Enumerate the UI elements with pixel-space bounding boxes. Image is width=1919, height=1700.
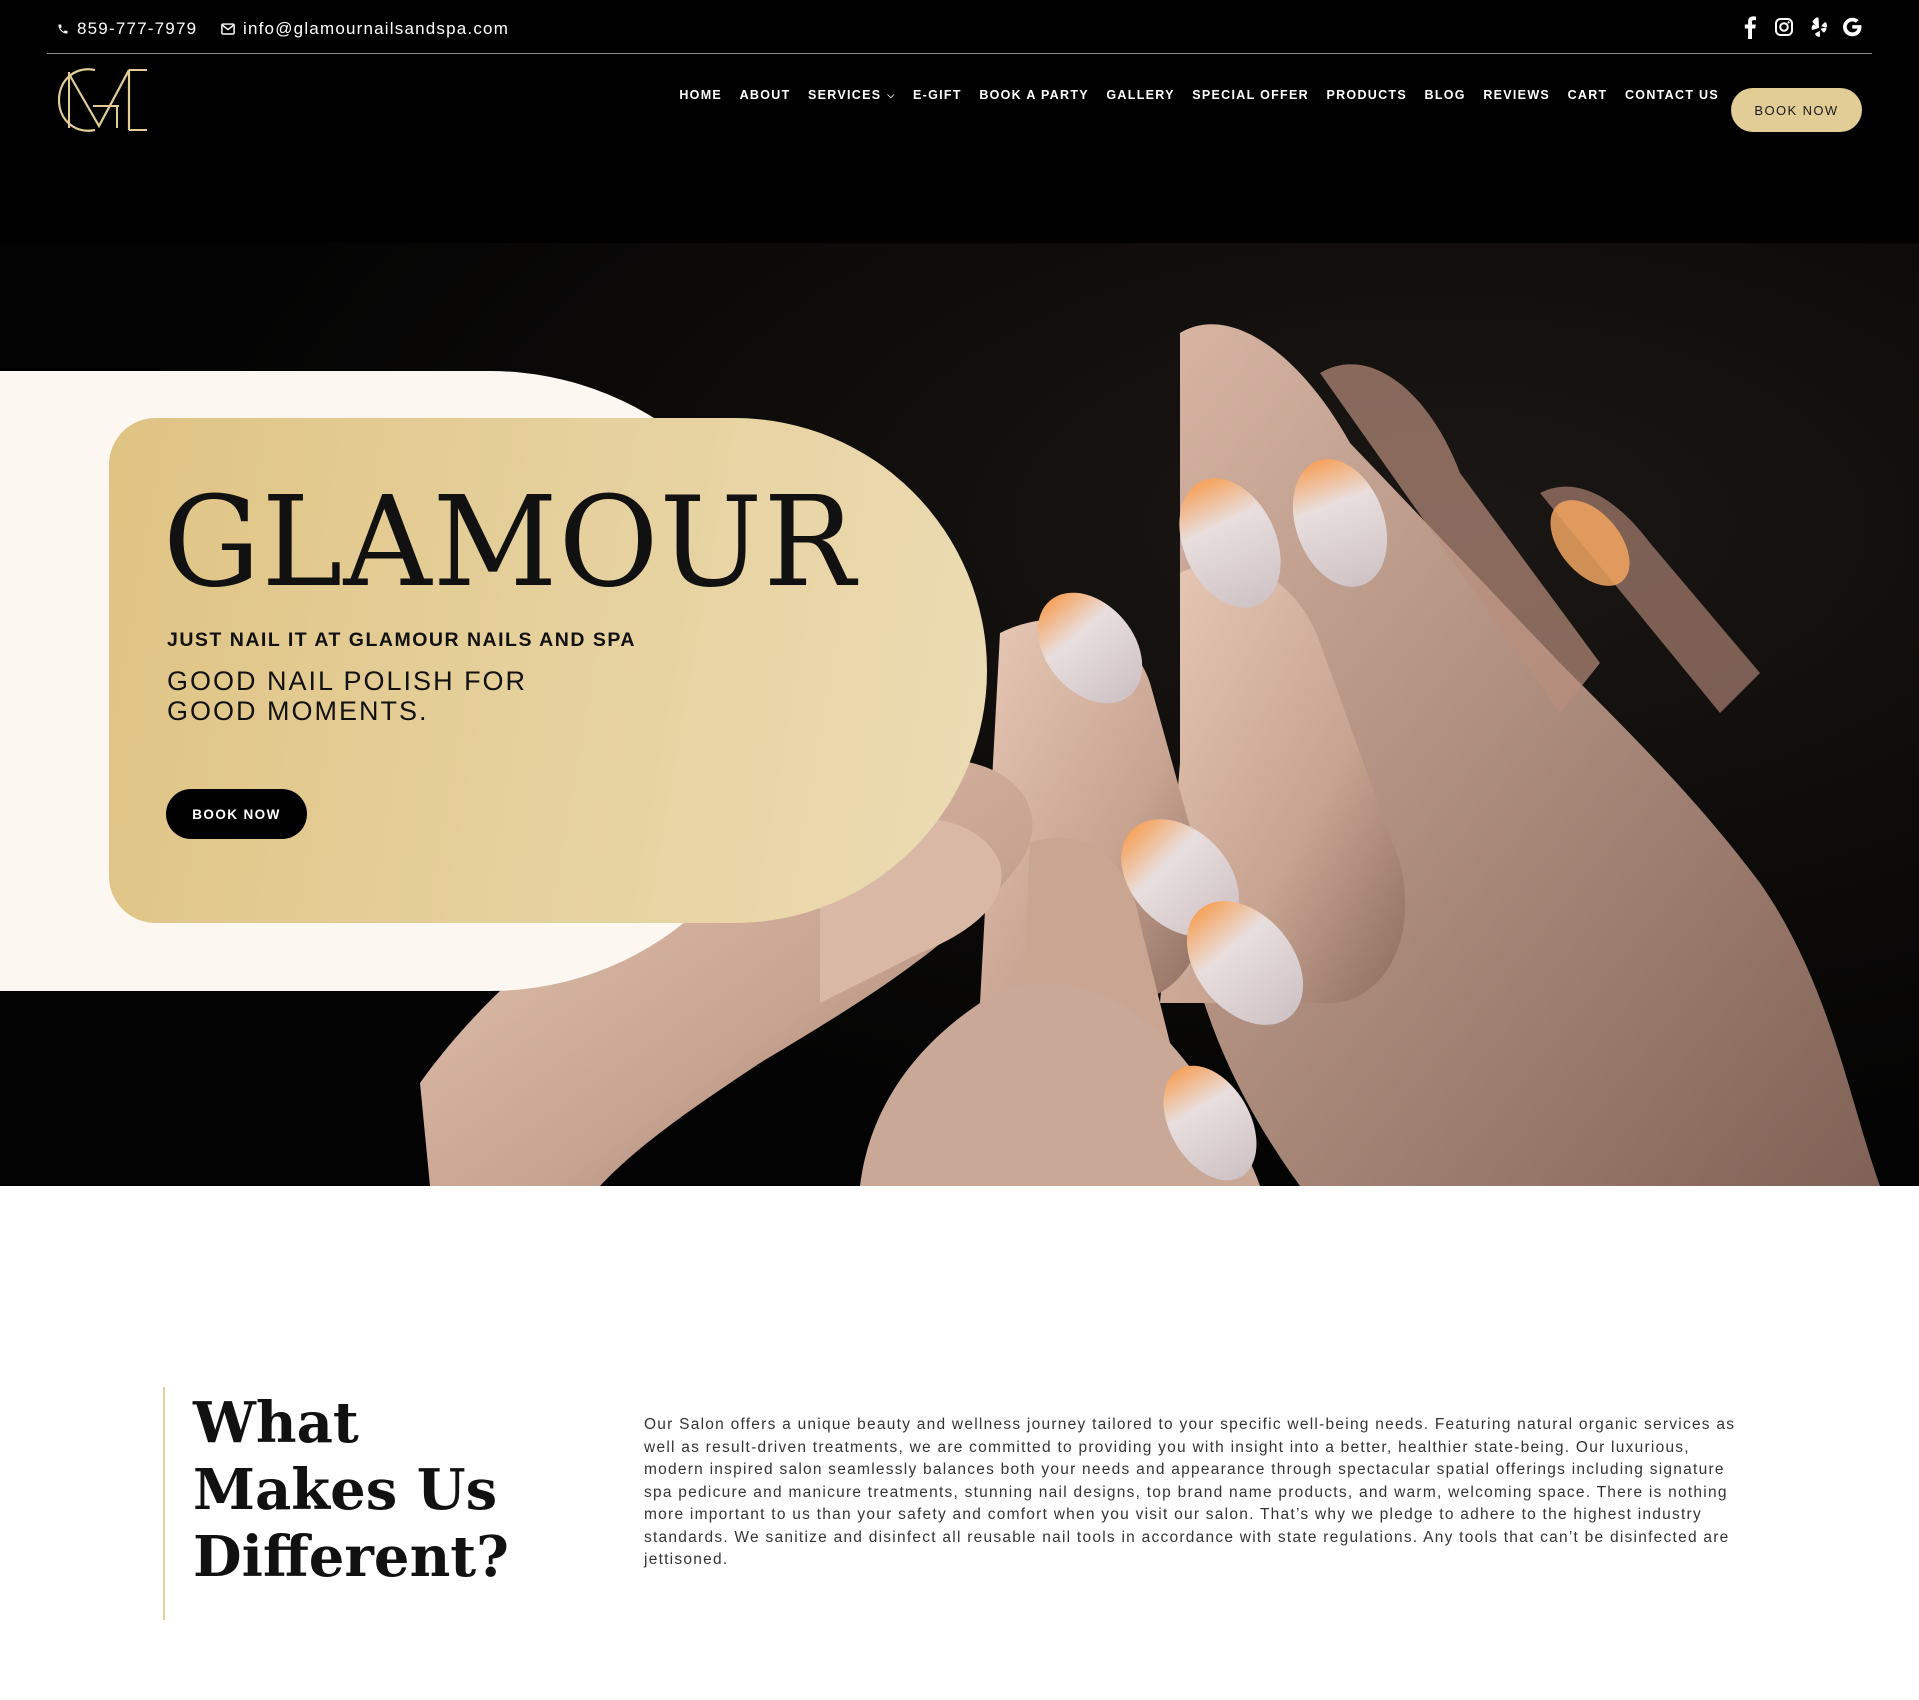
email-address: info@glamournailsandspa.com bbox=[243, 19, 510, 38]
hero-title: GLAMOUR bbox=[163, 469, 857, 615]
nav-book-a-party[interactable]: BOOK A PARTY bbox=[979, 88, 1089, 102]
nav-label: CONTACT US bbox=[1624, 88, 1719, 102]
nav-about[interactable]: ABOUT bbox=[740, 88, 791, 102]
nav-gallery[interactable]: GALLERY bbox=[1106, 88, 1174, 102]
nav-label: PRODUCTS bbox=[1326, 88, 1407, 102]
about-divider bbox=[163, 1387, 165, 1620]
nav-label: BOOK A PARTY bbox=[979, 88, 1089, 102]
yelp-icon[interactable] bbox=[1808, 15, 1828, 39]
social-links bbox=[1740, 15, 1862, 39]
nav-label: BLOG bbox=[1424, 88, 1466, 102]
main-nav: HOME ABOUT SERVICES ⌵ E-GIFT BOOK A PARTY… bbox=[662, 88, 1719, 102]
nav-label: SPECIAL OFFER bbox=[1192, 88, 1309, 102]
phone-icon bbox=[58, 24, 68, 34]
brand-logo[interactable] bbox=[53, 62, 153, 138]
nav-reviews[interactable]: REVIEWS bbox=[1483, 88, 1550, 102]
hero-tagline: GOOD NAIL POLISH FOR GOOD MOMENTS. bbox=[167, 666, 528, 726]
phone-number: 859-777-7979 bbox=[77, 19, 198, 38]
instagram-icon[interactable] bbox=[1774, 15, 1794, 39]
about-text: Our Salon offers a unique beauty and wel… bbox=[644, 1416, 1736, 1568]
email-link[interactable]: info@glamournailsandspa.com bbox=[221, 19, 509, 39]
nav-label: SERVICES bbox=[808, 88, 882, 102]
hero-book-now-button[interactable]: BOOK NOW bbox=[166, 789, 307, 839]
nav-home[interactable]: HOME bbox=[679, 88, 722, 102]
nav-label: GALLERY bbox=[1106, 88, 1175, 102]
nav-e-gift[interactable]: E-GIFT bbox=[913, 88, 962, 102]
nav-label: REVIEWS bbox=[1483, 88, 1551, 102]
about-title: What Makes Us Different? bbox=[193, 1390, 509, 1590]
nav-label: CART bbox=[1567, 88, 1608, 102]
chevron-down-icon: ⌵ bbox=[887, 89, 896, 100]
nav-products[interactable]: PRODUCTS bbox=[1326, 88, 1407, 102]
nav-contact-us[interactable]: CONTACT US bbox=[1625, 88, 1719, 102]
header-book-now-button[interactable]: BOOK NOW bbox=[1731, 88, 1862, 132]
nav-label: E-GIFT bbox=[913, 88, 962, 102]
hero-section: GLAMOUR JUST NAIL IT AT GLAMOUR NAILS AN… bbox=[0, 243, 1919, 1186]
phone-link[interactable]: 859-777-7979 bbox=[57, 19, 197, 39]
nav-label: ABOUT bbox=[739, 88, 791, 102]
site-header: 859-777-7979 info@glamournailsandspa.com bbox=[0, 0, 1919, 243]
facebook-icon[interactable] bbox=[1740, 15, 1760, 39]
nav-blog[interactable]: BLOG bbox=[1425, 88, 1466, 102]
google-icon[interactable] bbox=[1842, 15, 1862, 39]
nav-label: HOME bbox=[679, 88, 723, 102]
envelope-icon bbox=[221, 23, 235, 35]
hero-subtitle: JUST NAIL IT AT GLAMOUR NAILS AND SPA bbox=[167, 629, 636, 651]
nav-cart[interactable]: CART bbox=[1568, 88, 1608, 102]
nav-special-offer[interactable]: SPECIAL OFFER bbox=[1192, 88, 1309, 102]
top-bar: 859-777-7979 info@glamournailsandspa.com bbox=[47, 0, 1872, 54]
nav-services[interactable]: SERVICES ⌵ bbox=[808, 88, 896, 102]
